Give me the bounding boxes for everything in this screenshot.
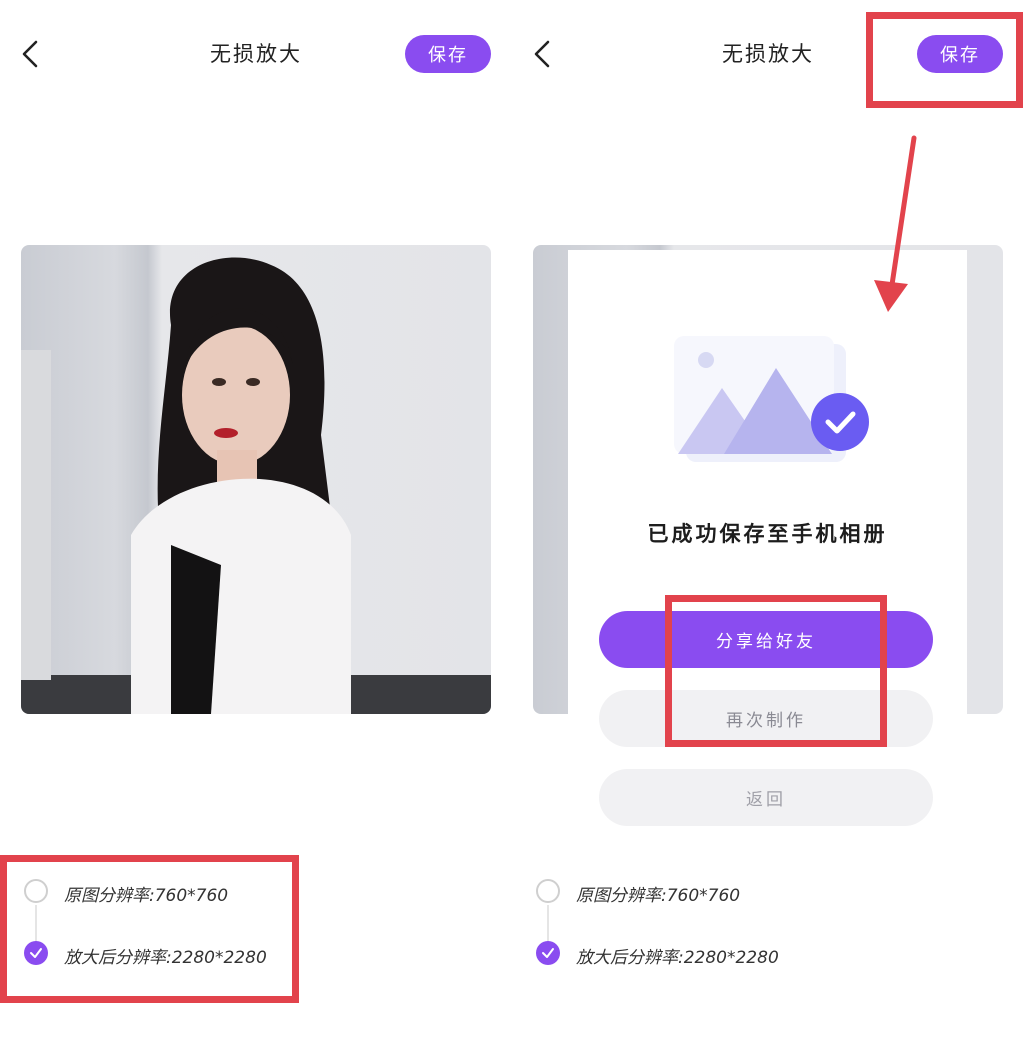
save-button[interactable]: 保存: [405, 35, 491, 73]
upscaled-photo: [21, 245, 491, 714]
original-radio[interactable]: [536, 879, 560, 903]
connector-line: [547, 905, 549, 945]
annotation-box-save: [866, 12, 1023, 108]
top-bar: 无损放大 保存: [0, 0, 512, 108]
screen-before-save: 无损放大 保存 原图分辨率:760*760 放大后分辨率:2280*2280: [0, 0, 512, 1049]
upscaled-radio[interactable]: [536, 941, 560, 965]
annotation-box-share: [665, 595, 887, 747]
save-success-message: 已成功保存至手机相册: [647, 522, 888, 546]
image-saved-icon: [664, 330, 874, 474]
arrow-icon: [874, 135, 917, 312]
upscaled-resolution-label: 放大后分辨率:2280*2280: [576, 948, 779, 968]
screen-after-save: 无损放大 保存 已成功保存至手机相册 分享给好友 再次制作 返回 原图分辨率:7…: [512, 0, 1024, 1049]
resolution-info: 原图分辨率:760*760 放大后分辨率:2280*2280: [534, 875, 814, 975]
save-success-dialog: 已成功保存至手机相册 分享给好友 再次制作 返回: [568, 250, 967, 850]
return-button[interactable]: 返回: [599, 769, 933, 826]
original-resolution-label: 原图分辨率:760*760: [576, 886, 741, 906]
annotation-box-resolution: [0, 855, 299, 1003]
check-icon: [542, 948, 554, 958]
